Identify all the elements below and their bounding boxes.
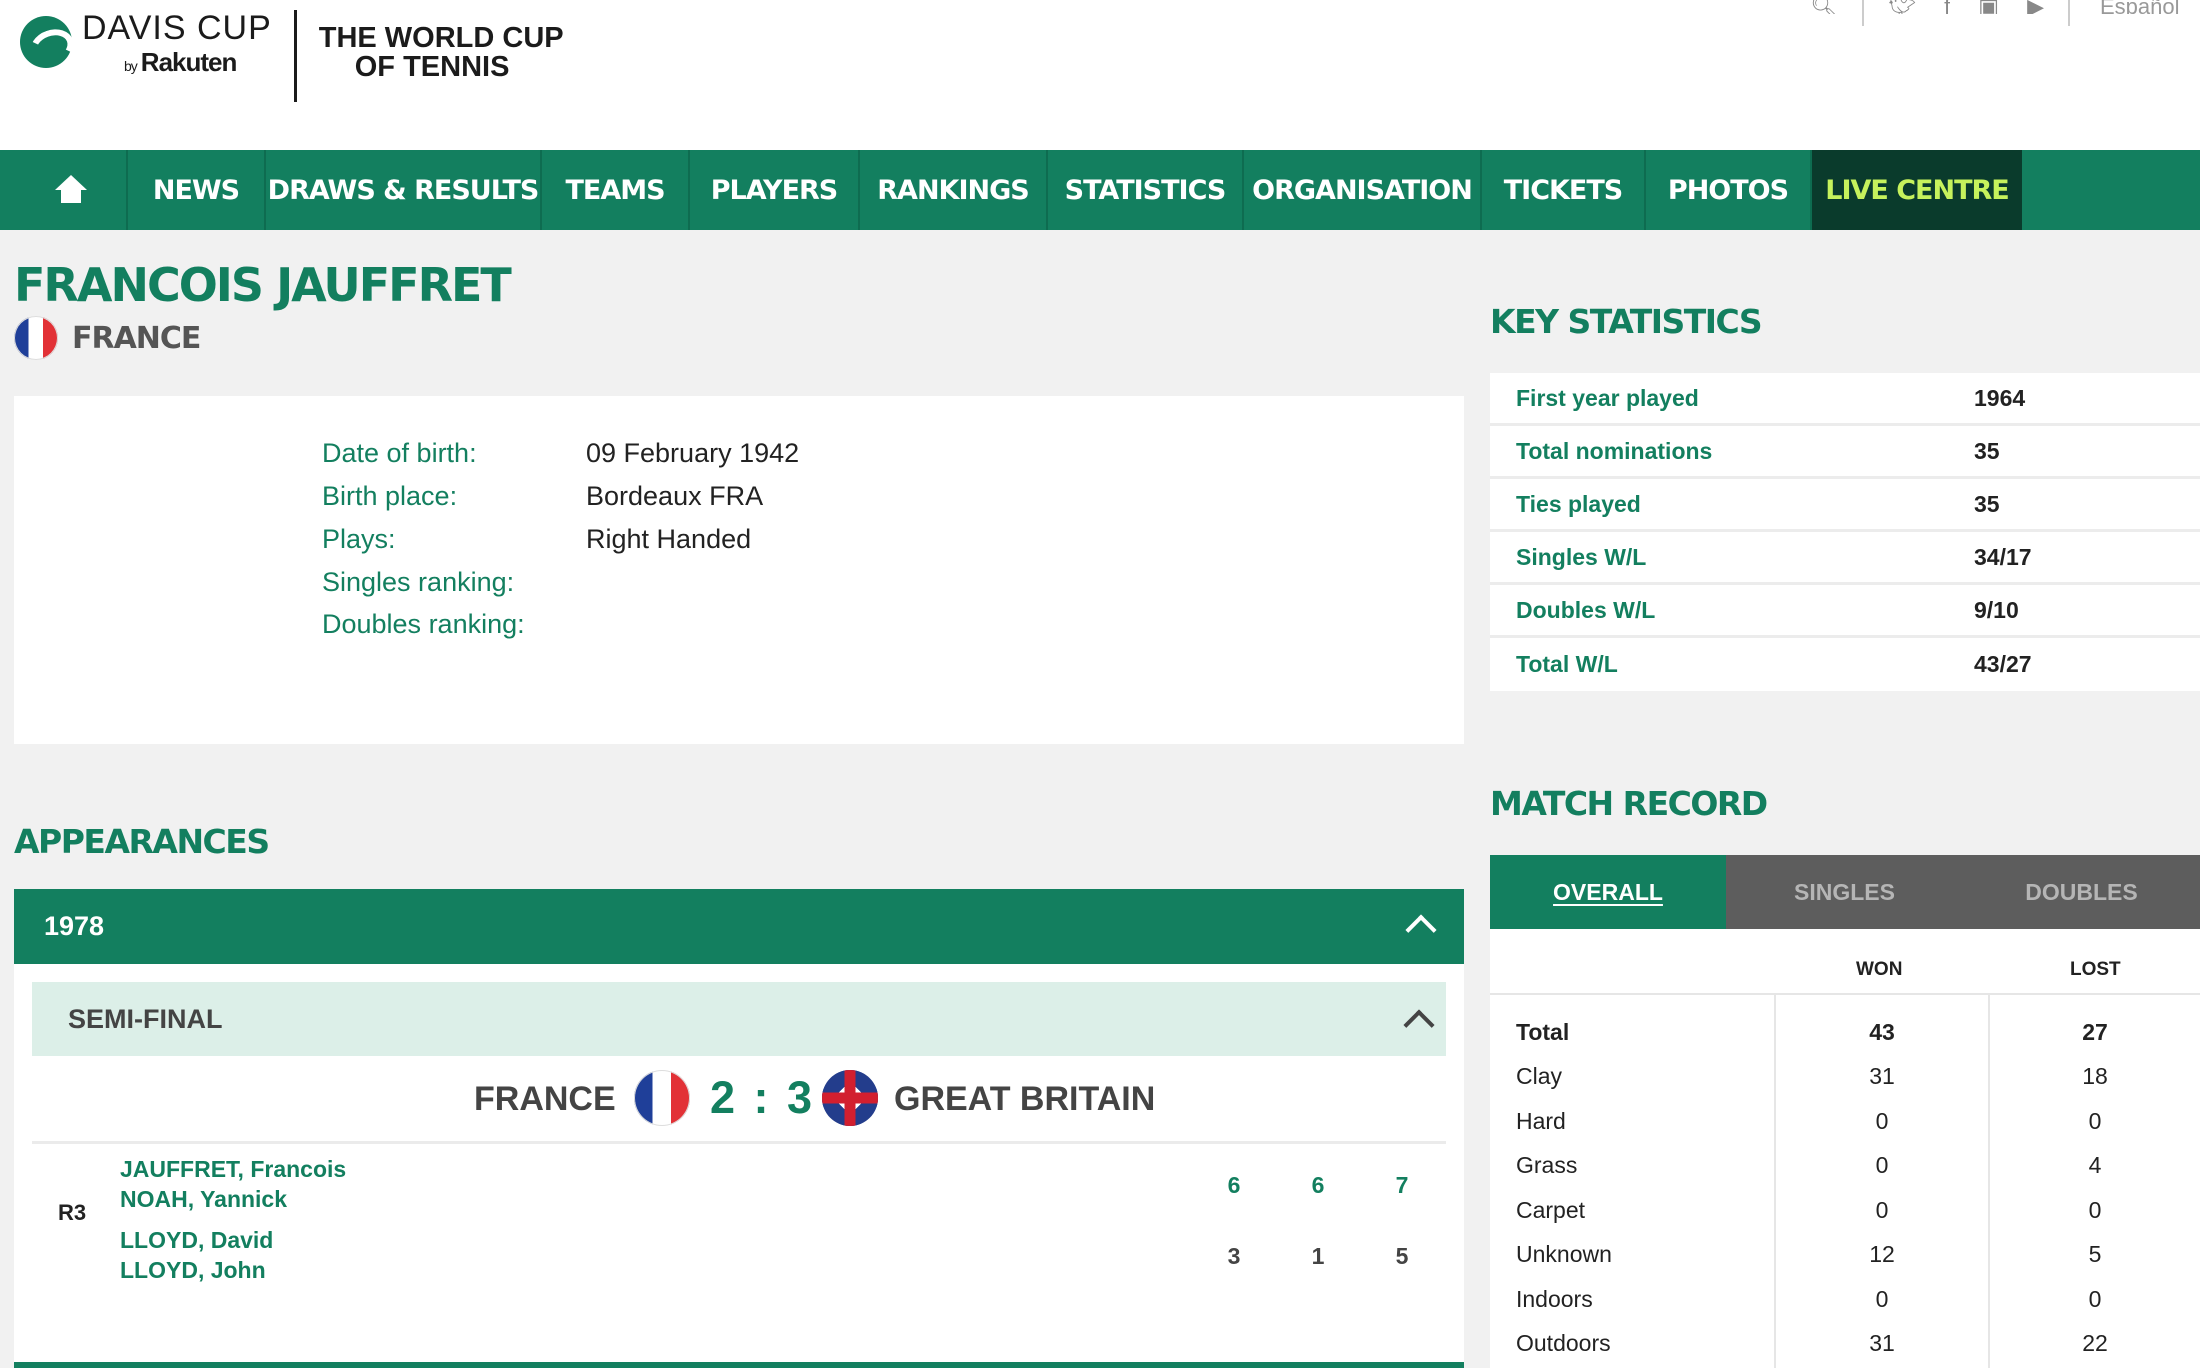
tie-away-team: GREAT BRITAIN (894, 1080, 1156, 1118)
main-nav: NEWS DRAWS & RESULTS TEAMS PLAYERS RANKI… (0, 150, 2200, 230)
home-icon (53, 175, 89, 205)
instagram-icon[interactable]: ▣ (1978, 0, 1999, 14)
brand-sponsor: Rakuten (140, 47, 238, 78)
great-britain-flag-icon (822, 1070, 878, 1126)
bio-row-birth-place: Birth place: Bordeaux FRA (322, 481, 764, 511)
stat-row: Ties played 35 (1490, 479, 2200, 532)
round-name: SEMI-FINAL (68, 1003, 223, 1034)
tie-home-team: FRANCE (474, 1080, 616, 1118)
set-score-team2: 1 (1311, 1243, 1325, 1269)
table-row: Grass 0 4 (1516, 1152, 2102, 1178)
nav-teams[interactable]: TEAMS (542, 150, 690, 230)
table-row: Total 43 27 (1516, 1019, 2108, 1045)
key-statistics-table: First year played 1964 Total nominations 3… (1490, 373, 2200, 691)
table-row: Carpet 0 0 (1516, 1197, 2102, 1223)
country-name: FRANCE (72, 320, 201, 356)
match-record-table: WON LOST Total 43 27 Clay 31 18 Hard 0 0 Grass… (1490, 929, 2200, 1368)
nav-photos[interactable]: PHOTOS (1646, 150, 1812, 230)
nav-tickets[interactable]: TICKETS (1482, 150, 1646, 230)
tie-summary[interactable]: FRANCE 2 : 3 GREAT BRITAIN (32, 1056, 1446, 1144)
table-row: Hard 0 0 (1516, 1108, 2102, 1134)
player-link[interactable]: JAUFFRET, Francois (120, 1156, 346, 1183)
nav-home[interactable] (16, 150, 128, 230)
tab-singles[interactable]: SINGLES (1726, 855, 1963, 929)
player-link[interactable]: NOAH, Yannick (120, 1186, 287, 1213)
site-header: DAVIS CUP by Rakuten THE WORLD CUP OF TEN… (0, 0, 2200, 150)
nav-live-centre[interactable]: LIVE CENTRE (1812, 150, 2022, 230)
utility-divider (1862, 0, 1865, 26)
set-score-team2: 3 (1227, 1243, 1241, 1269)
tab-doubles[interactable]: DOUBLES (1963, 855, 2200, 929)
nav-rankings[interactable]: RANKINGS (860, 150, 1048, 230)
logo-divider (293, 10, 297, 102)
table-row: Unknown 12 5 (1516, 1241, 2102, 1267)
table-divider (1490, 993, 2200, 995)
tie-score: 2 : 3 (710, 1072, 816, 1123)
stat-row: Doubles W/L 9/10 (1490, 585, 2200, 638)
facebook-icon[interactable]: f (1944, 0, 1950, 14)
bio-row-dob: Date of birth: 09 February 1942 (322, 438, 800, 468)
nav-statistics[interactable]: STATISTICS (1048, 150, 1244, 230)
set-score-team2: 5 (1395, 1243, 1409, 1269)
tab-overall[interactable]: OVERALL (1490, 855, 1726, 939)
bio-row-doubles-ranking: Doubles ranking: (322, 609, 525, 639)
player-link[interactable]: LLOYD, John (120, 1257, 266, 1284)
set-score-team1: 7 (1395, 1172, 1409, 1198)
appearance-year: 1978 (44, 911, 105, 941)
utility-divider (2068, 0, 2070, 26)
table-row: Clay 31 18 (1516, 1063, 2108, 1089)
player-bio-card: Date of birth: 09 February 1942 Birth pl… (14, 396, 1464, 744)
key-statistics-title: KEY STATISTICS (1490, 302, 1763, 341)
tagline: THE WORLD CUP OF TENNIS (318, 22, 564, 83)
column-header-lost: LOST (2070, 959, 2121, 980)
language-switch[interactable]: Español (2100, 0, 2200, 14)
bio-row-singles-ranking: Singles ranking: (322, 567, 515, 597)
davis-cup-logo[interactable]: DAVIS CUP by Rakuten THE WORLD CUP OF TEN… (20, 9, 564, 102)
appearance-panel: SEMI-FINAL FRANCE 2 : 3 GREAT BRITAIN R3… (14, 964, 1464, 1368)
match-record-tabs: OVERALL SINGLES DOUBLES (1490, 855, 2200, 939)
nav-news[interactable]: NEWS (128, 150, 266, 230)
youtube-icon[interactable]: ▶ (2027, 0, 2044, 14)
stat-row: Total nominations 35 (1490, 426, 2200, 479)
brand-by: by (124, 58, 138, 75)
france-flag-icon (14, 316, 58, 360)
utility-bar: 🔍︎ 🐦︎ f ▣ ▶ Español (1796, 0, 2200, 26)
stat-row: First year played 1964 (1490, 373, 2200, 426)
rubber-round: R3 (58, 1200, 87, 1225)
match-record-title: MATCH RECORD (1490, 784, 1768, 823)
nav-players[interactable]: PLAYERS (690, 150, 860, 230)
player-name: FRANCOIS JAUFFRET (14, 258, 512, 312)
next-year-bar[interactable] (14, 1362, 1464, 1368)
stat-row: Singles W/L 34/17 (1490, 532, 2200, 585)
player-country: FRANCE (14, 316, 201, 360)
table-row: Indoors 0 0 (1516, 1286, 2102, 1312)
chevron-up-icon[interactable] (1405, 914, 1437, 946)
set-score-team1: 6 (1227, 1172, 1241, 1198)
brand-name: DAVIS CUP (82, 9, 272, 47)
column-header-won: WON (1856, 959, 1903, 980)
nav-organisation[interactable]: ORGANISATION (1244, 150, 1482, 230)
player-link[interactable]: LLOYD, David (120, 1227, 273, 1254)
set-score-team1: 6 (1311, 1172, 1325, 1198)
stat-row: Total W/L 43/27 (1516, 651, 2032, 677)
table-row: Outdoors 31 22 (1516, 1330, 2108, 1356)
chevron-up-icon[interactable] (1403, 1009, 1435, 1041)
bio-row-plays: Plays: Right Handed (322, 524, 752, 554)
twitter-icon[interactable]: 🐦︎ (1888, 0, 1916, 14)
search-icon[interactable]: 🔍︎ (1810, 0, 1838, 14)
nav-draws-results[interactable]: DRAWS & RESULTS (266, 150, 542, 230)
round-header[interactable]: SEMI-FINAL (32, 982, 1446, 1056)
rubber-row: R3 JAUFFRET, Francois NOAH, Yannick LLOY… (32, 1144, 1446, 1308)
appearance-year-header[interactable]: 1978 (14, 889, 1464, 964)
france-flag-icon (634, 1070, 690, 1126)
davis-cup-ball-icon (20, 16, 72, 68)
appearances-title: APPEARANCES (14, 822, 270, 861)
